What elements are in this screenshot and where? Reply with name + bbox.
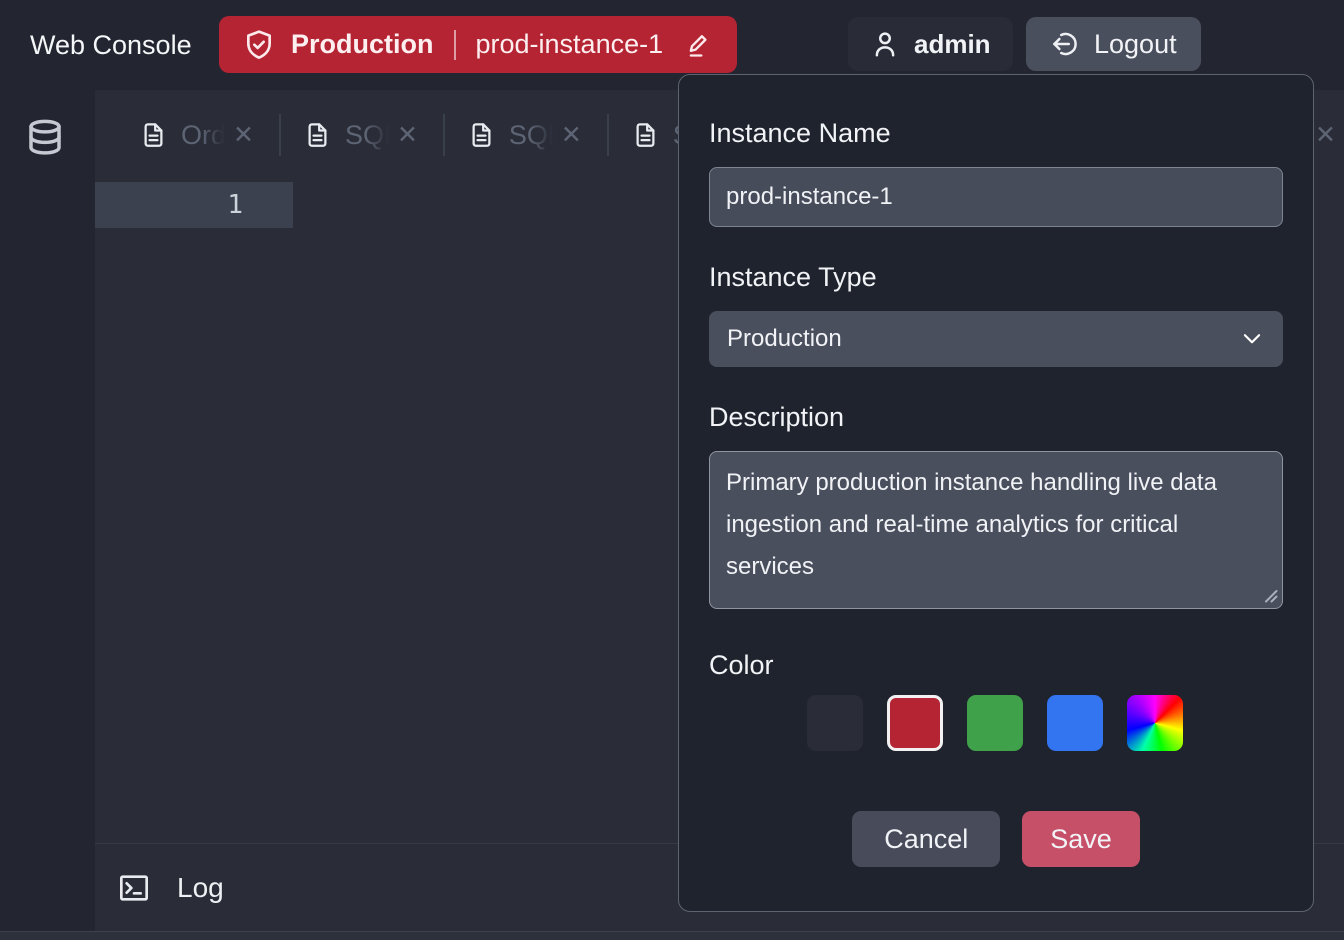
instance-name-field-label: Instance Name <box>709 117 1283 149</box>
logout-label: Logout <box>1094 29 1177 60</box>
edit-pencil-icon[interactable] <box>685 31 713 59</box>
instance-name-input[interactable] <box>709 167 1283 227</box>
chevron-down-icon <box>1239 326 1265 352</box>
app-title: Web Console <box>30 0 192 90</box>
tab-close-icon[interactable]: ✕ <box>233 123 254 148</box>
tab-label: SQL <box>509 120 555 151</box>
instance-name-label: prod-instance-1 <box>476 29 664 60</box>
color-swatch-blue[interactable] <box>1047 695 1103 751</box>
color-swatch-green[interactable] <box>967 695 1023 751</box>
file-icon <box>304 120 331 150</box>
tab-close-icon[interactable]: ✕ <box>1315 120 1336 150</box>
tab-close-icon[interactable]: ✕ <box>397 123 418 148</box>
sidebar <box>0 90 95 931</box>
username-label: admin <box>914 29 991 60</box>
instance-edit-modal: Instance Name Instance Type Production D… <box>678 74 1314 912</box>
modal-actions: Cancel Save <box>709 811 1283 867</box>
instance-env-label: Production <box>291 29 434 60</box>
color-swatches <box>807 695 1283 751</box>
description-field: Primary production instance handling liv… <box>709 451 1283 609</box>
tab-close-icon[interactable]: ✕ <box>561 123 582 148</box>
logout-icon <box>1050 29 1080 59</box>
color-swatch-default[interactable] <box>807 695 863 751</box>
instance-type-value: Production <box>727 325 842 353</box>
status-bar <box>0 931 1344 940</box>
color-swatch-red[interactable] <box>887 695 943 751</box>
color-field-label: Color <box>709 649 1283 681</box>
instance-badge[interactable]: Production prod-instance-1 <box>219 16 737 73</box>
file-icon <box>468 120 495 150</box>
file-icon <box>632 120 659 150</box>
editor-tab[interactable]: SQL✕ <box>279 90 443 180</box>
user-icon <box>870 29 900 59</box>
web-console-app: Web Console Production prod-instance-1 a… <box>0 0 1344 940</box>
user-chip: admin <box>848 17 1013 71</box>
instance-type-field-label: Instance Type <box>709 261 1283 293</box>
description-textarea[interactable]: Primary production instance handling liv… <box>709 451 1283 609</box>
log-label: Log <box>177 872 224 904</box>
terminal-icon <box>117 872 151 904</box>
editor-tab[interactable]: Orders✕ <box>115 90 279 180</box>
color-swatch-rainbow[interactable] <box>1127 695 1183 751</box>
tab-label: Orders <box>181 120 227 151</box>
file-icon <box>140 120 167 150</box>
editor-active-line[interactable]: 1 <box>95 182 293 228</box>
save-button[interactable]: Save <box>1022 811 1140 867</box>
cancel-button[interactable]: Cancel <box>852 811 1000 867</box>
tab-label: SQL <box>345 120 391 151</box>
shield-check-icon <box>243 28 275 62</box>
editor-tab[interactable]: SQL✕ <box>443 90 607 180</box>
logout-button[interactable]: Logout <box>1026 17 1201 71</box>
description-field-label: Description <box>709 401 1283 433</box>
instance-type-select[interactable]: Production <box>709 311 1283 367</box>
badge-divider <box>454 30 456 60</box>
line-number: 1 <box>227 190 243 220</box>
database-icon[interactable] <box>24 116 66 160</box>
